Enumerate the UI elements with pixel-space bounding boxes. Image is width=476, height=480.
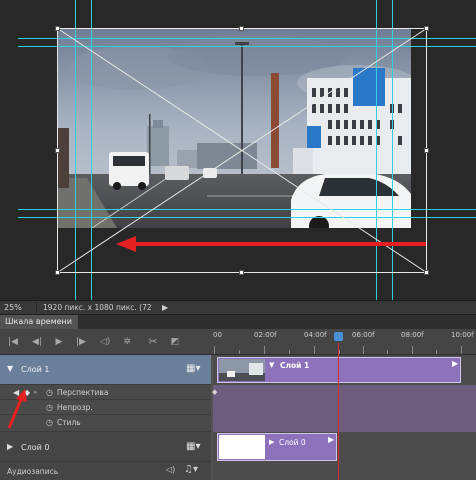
step-back-icon[interactable]: ◀|	[30, 335, 44, 349]
clip-layer0[interactable]: ▶ Слой 0 ▶	[217, 433, 337, 461]
volume-icon[interactable]: ◁)	[98, 335, 112, 349]
stopwatch-icon[interactable]: ◷	[46, 403, 55, 412]
keyframe-marker-icon[interactable]: ◆	[212, 389, 219, 396]
playhead-line	[338, 343, 339, 480]
transform-handle-right[interactable]	[424, 148, 429, 153]
status-menu-arrow-icon[interactable]: ▶	[162, 303, 172, 313]
transform-handle-top-right[interactable]	[424, 26, 429, 31]
clip-expand-icon[interactable]: ▶	[269, 438, 274, 446]
transform-handle-bottom-left[interactable]	[55, 270, 60, 275]
status-bar: 25% 1920 пикс. x 1080 пикс. (72 ppi) ▶	[0, 300, 476, 323]
time-ruler[interactable]: 00 02:00f 04:00f 06:00f 08:00f 10:00f	[211, 329, 476, 355]
settings-icon[interactable]: ✲	[120, 335, 134, 349]
film-strip-icon[interactable]: ▦▾	[186, 441, 200, 453]
ruler-tick	[314, 346, 315, 354]
annotation-arrow	[116, 236, 426, 252]
clip-end-handle-icon[interactable]: ▶	[328, 435, 335, 445]
property-label: Непрозр.	[57, 403, 93, 412]
playback-controls: |◀ ◀| ▶ |▶ ◁) ✲ ✂ ◩	[0, 329, 211, 355]
property-tracks[interactable]: ◆	[212, 385, 476, 432]
ruler-label: 04:00f	[304, 331, 327, 339]
ruler-label: 06:00f	[352, 331, 375, 339]
step-forward-icon[interactable]: |▶	[74, 335, 88, 349]
clip-label: Слой 0	[279, 438, 306, 447]
ruler-label: 02:00f	[254, 331, 277, 339]
clip-thumbnail	[219, 435, 265, 459]
film-strip-icon[interactable]: ▦▾	[186, 363, 200, 375]
clip-layer1[interactable]: ▼ Слой 1 ▶	[217, 357, 461, 383]
ruler-tick	[412, 346, 413, 354]
transform-handle-top[interactable]	[239, 26, 244, 31]
layer-row-layer0[interactable]: ▶ Слой 0 ▦▾	[0, 432, 211, 462]
track-lane-layer1[interactable]: ▼ Слой 1 ▶	[213, 355, 476, 385]
ruler-tick	[214, 346, 215, 354]
clip-label: Слой 1	[280, 361, 310, 370]
ruler-tick	[239, 350, 240, 354]
ruler-label: 00	[213, 331, 222, 339]
clip-expand-icon[interactable]: ▼	[269, 361, 274, 369]
skip-start-icon[interactable]: |◀	[6, 335, 20, 349]
play-icon[interactable]: ▶	[52, 335, 66, 349]
music-note-icon[interactable]: ♫▾	[184, 464, 200, 476]
ruler-tick	[339, 350, 340, 354]
layer-row-layer1[interactable]: ▼ Слой 1 ▦▾	[0, 355, 211, 385]
audio-track-label: Аудиозапись	[7, 467, 59, 476]
street-photo	[57, 28, 411, 228]
ruler-label: 08:00f	[401, 331, 424, 339]
stopwatch-icon[interactable]: ◷	[46, 418, 55, 427]
property-label: Стиль	[57, 418, 81, 427]
timeline-panel: |◀ ◀| ▶ |▶ ◁) ✲ ✂ ◩ 00 02:00f 04:00f 06:…	[0, 329, 476, 480]
clip-thumbnail	[219, 359, 265, 381]
ruler-tick	[461, 346, 462, 354]
ruler-tick	[264, 346, 265, 354]
document-info: 1920 пикс. x 1080 пикс. (72 ppi)	[36, 302, 163, 323]
speaker-icon[interactable]: ◁)	[166, 465, 176, 475]
track-lane-layer0[interactable]: ▶ Слой 0 ▶	[213, 432, 476, 462]
expand-triangle-icon[interactable]: ▶	[7, 443, 15, 451]
clip-end-handle-icon[interactable]: ▶	[452, 359, 459, 369]
document-image[interactable]	[57, 28, 411, 228]
scissors-icon[interactable]: ✂	[146, 335, 160, 349]
zoom-level[interactable]: 25%	[4, 302, 32, 313]
annotation-arrow-small	[7, 389, 27, 429]
timeline-tab-bar: Шкала времени	[0, 315, 476, 329]
ruler-tick	[387, 350, 388, 354]
playhead-handle[interactable]	[334, 332, 343, 341]
ruler-tick	[363, 346, 364, 354]
collapse-triangle-icon[interactable]: ▼	[7, 365, 15, 373]
layer-name: Слой 1	[21, 365, 50, 374]
audio-track-row[interactable]: Аудиозапись ◁) ♫▾	[0, 462, 211, 480]
layer-name: Слой 0	[21, 443, 50, 452]
ruler-tick	[289, 350, 290, 354]
ruler-label: 10:00f	[451, 331, 474, 339]
transform-handle-bottom[interactable]	[239, 270, 244, 275]
track-lane-audio[interactable]	[213, 462, 476, 480]
transition-icon[interactable]: ◩	[168, 335, 182, 349]
stopwatch-icon[interactable]: ◷	[46, 388, 55, 397]
canvas-area[interactable]	[0, 0, 476, 300]
transform-handle-bottom-right[interactable]	[424, 270, 429, 275]
transform-handle-top-left[interactable]	[55, 26, 60, 31]
tab-timeline[interactable]: Шкала времени	[0, 315, 78, 329]
ruler-tick	[436, 350, 437, 354]
transform-handle-left[interactable]	[55, 148, 60, 153]
property-label: Перспектива	[57, 388, 109, 397]
